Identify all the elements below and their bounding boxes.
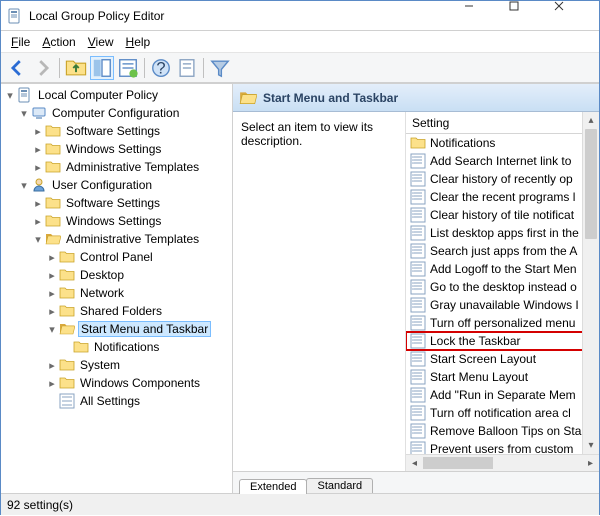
setting-icon <box>410 207 426 223</box>
vertical-scrollbar[interactable]: ▴ ▾ <box>582 112 599 454</box>
settings-list[interactable]: Setting Notifications Add Search Internet… <box>405 112 599 471</box>
list-item[interactable]: Search just apps from the A <box>406 242 599 260</box>
setting-label: Start Screen Layout <box>430 352 536 366</box>
setting-icon <box>410 153 426 169</box>
scroll-thumb[interactable] <box>423 457 493 469</box>
setting-icon <box>410 387 426 403</box>
setting-label: Search just apps from the A <box>430 244 577 258</box>
setting-label: Turn off notification area cl <box>430 406 571 420</box>
setting-icon <box>410 369 426 385</box>
list-item[interactable]: Add Logoff to the Start Men <box>406 260 599 278</box>
scroll-thumb[interactable] <box>585 129 597 239</box>
list-item[interactable]: Start Screen Layout <box>406 350 599 368</box>
column-header[interactable]: Setting <box>406 112 599 134</box>
setting-label: Clear the recent programs l <box>430 190 575 204</box>
setting-label: Start Menu Layout <box>430 370 528 384</box>
setting-icon <box>410 261 426 277</box>
list-item[interactable]: Notifications <box>406 134 599 152</box>
setting-label: Lock the Taskbar <box>430 334 521 348</box>
scroll-left-arrow[interactable]: ◂ <box>406 455 423 471</box>
list-item[interactable]: Remove Balloon Tips on Sta <box>406 422 599 440</box>
setting-label: Turn off personalized menu <box>430 316 575 330</box>
scroll-right-arrow[interactable]: ▸ <box>582 455 599 471</box>
setting-label: Clear history of tile notificat <box>430 208 574 222</box>
setting-icon <box>410 189 426 205</box>
setting-label: Clear history of recently op <box>430 172 573 186</box>
setting-icon <box>410 225 426 241</box>
folder-icon <box>410 135 426 151</box>
tab-extended[interactable]: Extended <box>239 479 307 494</box>
list-item[interactable]: Turn off notification area cl <box>406 404 599 422</box>
scroll-up-arrow[interactable]: ▴ <box>583 112 599 129</box>
setting-icon <box>410 351 426 367</box>
list-item[interactable]: Start Menu Layout <box>406 368 599 386</box>
column-setting[interactable]: Setting <box>412 116 599 130</box>
list-item[interactable]: Add Search Internet link to <box>406 152 599 170</box>
horizontal-scrollbar[interactable]: ◂ ▸ <box>406 454 599 471</box>
setting-icon <box>410 297 426 313</box>
list-item[interactable]: Clear the recent programs l <box>406 188 599 206</box>
setting-icon <box>410 333 426 349</box>
setting-icon <box>410 279 426 295</box>
setting-label: Add Logoff to the Start Men <box>430 262 577 276</box>
setting-label: Go to the desktop instead o <box>430 280 577 294</box>
list-item[interactable]: Turn off personalized menu <box>406 314 599 332</box>
list-item[interactable]: Clear history of tile notificat <box>406 206 599 224</box>
setting-label: Add "Run in Separate Mem <box>430 388 576 402</box>
setting-label: List desktop apps first in the <box>430 226 579 240</box>
setting-label: Gray unavailable Windows I <box>430 298 579 312</box>
setting-icon <box>410 405 426 421</box>
setting-icon <box>410 171 426 187</box>
list-item[interactable]: Go to the desktop instead o <box>406 278 599 296</box>
setting-label: Remove Balloon Tips on Sta <box>430 424 581 438</box>
list-item[interactable]: Clear history of recently op <box>406 170 599 188</box>
setting-label: Add Search Internet link to <box>430 154 571 168</box>
scroll-down-arrow[interactable]: ▾ <box>583 437 599 454</box>
setting-label: Notifications <box>430 136 495 150</box>
setting-icon <box>410 243 426 259</box>
list-item[interactable]: Lock the Taskbar <box>406 332 599 350</box>
list-item[interactable]: Add "Run in Separate Mem <box>406 386 599 404</box>
list-item[interactable]: List desktop apps first in the <box>406 224 599 242</box>
list-item[interactable]: Gray unavailable Windows I <box>406 296 599 314</box>
setting-icon <box>410 315 426 331</box>
setting-icon <box>410 423 426 439</box>
